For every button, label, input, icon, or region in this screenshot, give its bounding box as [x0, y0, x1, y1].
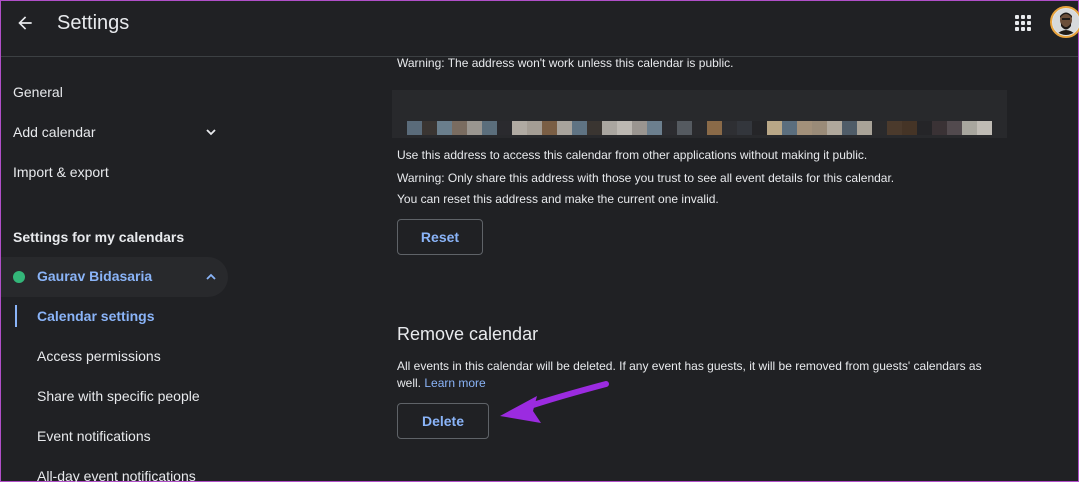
top-bar: Settings — [1, 1, 1079, 57]
section-label-my-calendars: Settings for my calendars — [13, 229, 185, 245]
account-avatar[interactable] — [1050, 6, 1079, 38]
sidebar-item-import-export[interactable]: Import & export — [13, 164, 109, 180]
annotation-arrow-icon — [500, 381, 609, 423]
secret-address-field[interactable] — [392, 90, 1007, 138]
remove-calendar-description: All events in this calendar will be dele… — [397, 358, 997, 392]
arrow-back-icon — [18, 16, 32, 30]
chevron-up-icon[interactable] — [204, 270, 218, 284]
sidebar-item-share-specific-people[interactable]: Share with specific people — [37, 388, 200, 404]
active-indicator — [15, 305, 17, 327]
apps-grid-icon — [1015, 15, 1031, 31]
learn-more-link[interactable]: Learn more — [424, 376, 485, 390]
sidebar-calendar-gaurav[interactable]: Gaurav Bidasaria — [1, 257, 228, 297]
remove-calendar-heading: Remove calendar — [397, 324, 539, 344]
secret-address-info: Use this address to access this calendar… — [397, 148, 868, 162]
reset-info: You can reset this address and make the … — [397, 192, 719, 206]
avatar-photo — [1053, 9, 1079, 35]
pixelated-address — [407, 121, 992, 135]
delete-button[interactable]: Delete — [397, 403, 489, 439]
sidebar-item-calendar-settings[interactable]: Calendar settings — [37, 308, 154, 324]
sidebar-item-add-calendar[interactable]: Add calendar — [13, 124, 96, 140]
page-title: Settings — [57, 12, 130, 34]
sidebar-item-all-day-notifications[interactable]: All-day event notifications — [37, 468, 196, 482]
sidebar-item-access-permissions[interactable]: Access permissions — [37, 348, 161, 364]
calendar-name: Gaurav Bidasaria — [37, 268, 153, 284]
sidebar-item-event-notifications[interactable]: Event notifications — [37, 428, 151, 444]
reset-button[interactable]: Reset — [397, 219, 483, 255]
back-button[interactable] — [9, 7, 41, 39]
calendar-color-dot — [13, 271, 25, 283]
chevron-down-icon[interactable] — [204, 125, 218, 139]
sidebar-item-general[interactable]: General — [13, 84, 63, 100]
secret-address-warning: Warning: Only share this address with th… — [397, 171, 895, 185]
apps-button[interactable] — [1009, 9, 1037, 37]
public-address-warning: Warning: The address won't work unless t… — [397, 56, 734, 70]
